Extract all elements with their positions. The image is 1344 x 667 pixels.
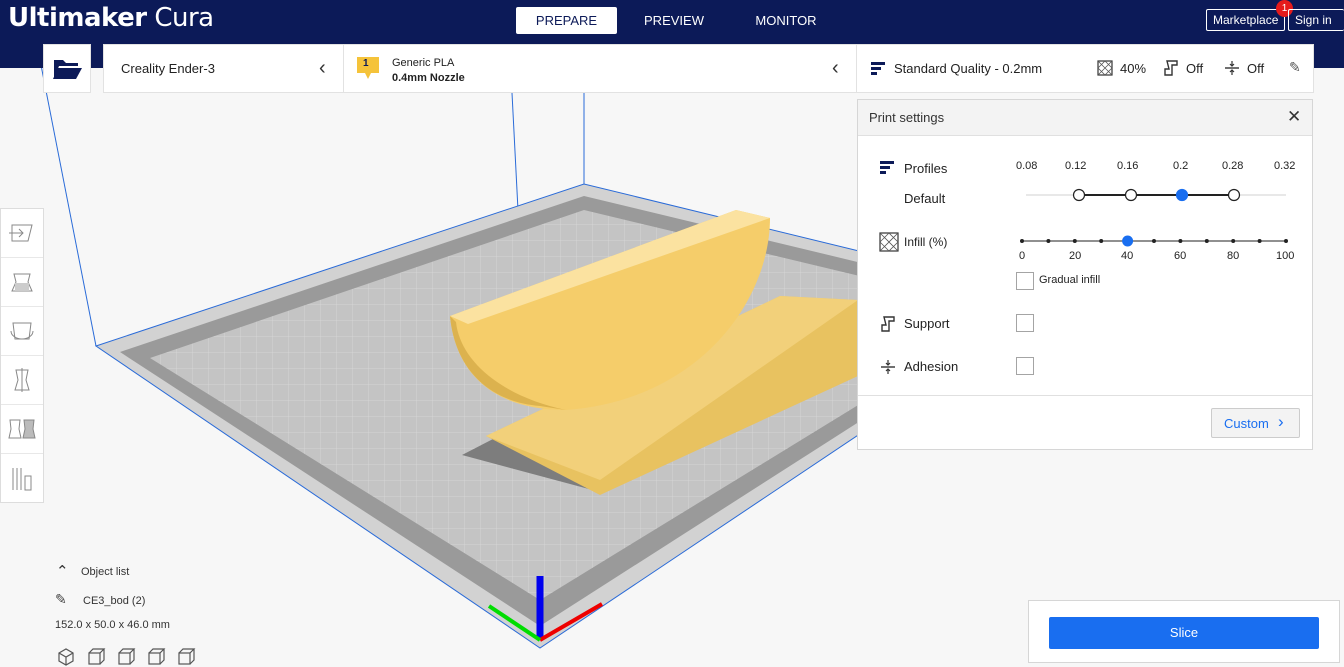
move-icon [9, 224, 33, 242]
sign-in-button[interactable]: Sign in [1288, 9, 1344, 31]
printer-selector[interactable]: Creality Ender-3 ‹ [103, 44, 344, 93]
mirror-icon [14, 368, 30, 392]
adhesion-checkbox[interactable] [1016, 357, 1034, 375]
layer-height-label: 0.16 [1117, 160, 1139, 172]
support-blocker-icon [12, 468, 32, 491]
slider-stop[interactable] [1124, 188, 1138, 202]
infill-tick-label: 100 [1276, 250, 1295, 262]
per-model-settings-icon [8, 419, 36, 439]
infill-icon [1097, 60, 1113, 76]
material-name: Generic PLA [392, 57, 455, 69]
pencil-icon[interactable]: ✎ [1289, 59, 1301, 76]
print-settings-header: Print settings ✕ [858, 100, 1312, 136]
object-dimensions: 152.0 x 50.0 x 46.0 mm [55, 619, 170, 631]
per-model-settings-button[interactable] [1, 405, 43, 454]
scale-icon [11, 273, 33, 292]
infill-tick-label: 80 [1227, 250, 1240, 262]
action-panel: Slice [1028, 600, 1340, 663]
object-name[interactable]: CE3_bod (2) [83, 595, 145, 607]
scale-tool-button[interactable] [1, 258, 43, 307]
pencil-icon[interactable]: ✎ [55, 591, 67, 608]
tab-preview[interactable]: PREVIEW [632, 7, 716, 34]
layer-height-label: 0.12 [1065, 160, 1087, 172]
slider-handle[interactable] [1122, 235, 1134, 247]
profile-lines-icon [871, 62, 885, 75]
layer-height-label: 0.2 [1173, 160, 1189, 172]
move-tool-button[interactable] [1, 209, 43, 258]
material-selector[interactable]: 1 Generic PLA 0.4mm Nozzle ‹ [343, 44, 857, 93]
gradual-infill-label: Gradual infill [1039, 274, 1101, 286]
gradual-infill-checkbox[interactable] [1016, 272, 1034, 290]
mirror-tool-button[interactable] [1, 356, 43, 405]
layer-height-label: 0.28 [1222, 160, 1244, 172]
support-label: Support [904, 316, 950, 331]
infill-slider[interactable] [1018, 234, 1298, 248]
chevron-left-icon: ‹ [319, 57, 326, 79]
default-profile-label: Default [904, 191, 946, 206]
extruder-number: 1 [363, 58, 369, 69]
profile-lines-icon [880, 161, 894, 174]
printer-name: Creality Ender-3 [121, 61, 215, 76]
adhesion-icon [881, 360, 895, 374]
print-settings-title: Print settings [869, 110, 945, 125]
camera-view-buttons [58, 648, 196, 666]
layer-height-slider[interactable] [1018, 185, 1298, 205]
support-value: Off [1186, 61, 1204, 76]
layer-height-label: 0.32 [1274, 160, 1296, 172]
adhesion-value: Off [1247, 61, 1265, 76]
custom-button[interactable]: Custom › [1211, 408, 1300, 438]
infill-tick-label: 60 [1174, 250, 1187, 262]
front-view-icon[interactable] [88, 648, 106, 665]
slider-stop[interactable] [1072, 188, 1086, 202]
infill-tick-label: 0 [1019, 250, 1026, 262]
custom-button-label: Custom [1224, 416, 1269, 431]
infill-tick-label: 40 [1121, 250, 1134, 262]
infill-label: Infill (%) [904, 235, 948, 249]
layer-height-label: 0.08 [1016, 160, 1038, 172]
slider-stop[interactable] [1227, 188, 1241, 202]
quality-profile: Standard Quality - 0.2mm [894, 61, 1043, 76]
support-icon [1164, 60, 1178, 76]
logo-bold-text: Ultimaker [8, 3, 147, 33]
chevron-left-icon: ‹ [832, 57, 839, 79]
slider-handle[interactable] [1175, 188, 1189, 202]
tab-prepare[interactable]: PREPARE [516, 7, 617, 34]
adhesion-label: Adhesion [904, 359, 959, 374]
tab-monitor[interactable]: MONITOR [742, 7, 830, 34]
nozzle-size: 0.4mm Nozzle [392, 72, 465, 84]
chevron-up-icon[interactable]: ⌃ [56, 562, 69, 580]
print-settings-panel: Print settings ✕ Profiles Default 0.08 0… [857, 99, 1313, 450]
right-view-icon[interactable] [178, 648, 196, 665]
adhesion-icon [1225, 61, 1239, 75]
support-checkbox[interactable] [1016, 314, 1034, 332]
print-setup-selector[interactable]: Standard Quality - 0.2mm 40% Off Off ✎ [856, 44, 1314, 93]
logo-light-text: Cura [154, 3, 214, 33]
infill-tick-label: 20 [1069, 250, 1082, 262]
object-list-toggle[interactable]: Object list [81, 566, 129, 578]
marketplace-button[interactable]: Marketplace [1206, 9, 1286, 31]
rotate-tool-button[interactable] [1, 307, 43, 356]
support-icon [881, 316, 895, 332]
open-file-button[interactable] [43, 44, 91, 93]
support-blocker-button[interactable] [1, 454, 43, 503]
object-list-panel: ⌃ Object list ✎ CE3_bod (2) 152.0 x 50.0… [50, 560, 250, 667]
app-logo: Ultimaker Cura [8, 3, 214, 33]
divider [858, 395, 1312, 396]
rotate-icon [10, 322, 34, 340]
slice-button[interactable]: Slice [1049, 617, 1319, 649]
folder-open-icon [53, 60, 82, 79]
close-icon[interactable]: ✕ [1287, 107, 1301, 127]
3d-view-icon[interactable] [58, 648, 74, 666]
tool-panel [0, 208, 44, 503]
infill-value: 40% [1120, 61, 1147, 76]
left-view-icon[interactable] [148, 648, 166, 665]
profiles-label: Profiles [904, 161, 948, 176]
chevron-right-icon: › [1278, 412, 1284, 431]
infill-icon [879, 232, 899, 252]
top-view-icon[interactable] [118, 648, 136, 665]
